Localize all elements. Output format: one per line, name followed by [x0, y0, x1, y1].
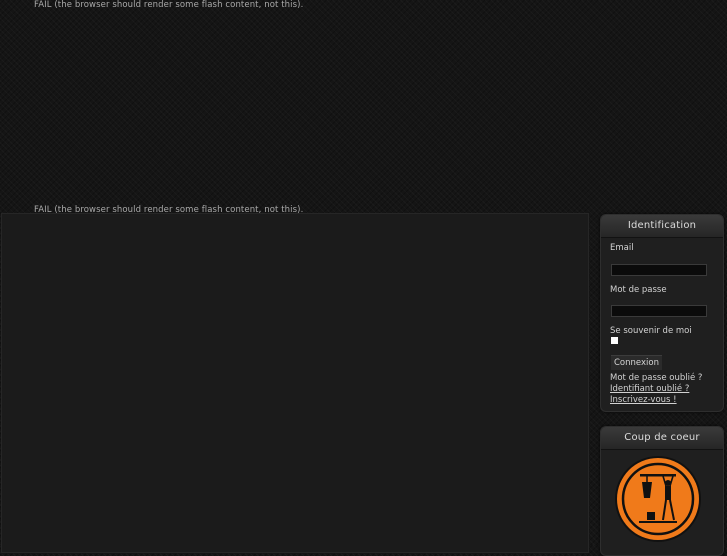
login-button[interactable]: Connexion: [611, 355, 662, 370]
login-panel: Identification Email Mot de passe Se sou…: [600, 214, 724, 412]
password-label: Mot de passe: [610, 285, 667, 295]
email-field[interactable]: [611, 264, 707, 276]
password-field[interactable]: [611, 305, 707, 317]
forgot-password-link[interactable]: Mot de passe oublié ?: [610, 373, 702, 383]
featured-panel-title: Coup de coeur: [601, 427, 723, 450]
featured-panel: Coup de coeur: [600, 426, 724, 556]
login-panel-title: Identification: [601, 215, 723, 238]
flash-fallback-text-top: FAIL (the browser should render some fla…: [34, 0, 304, 10]
email-label: Email: [610, 243, 634, 253]
remember-me-checkbox[interactable]: [611, 337, 618, 344]
register-link[interactable]: Inscrivez-vous !: [610, 395, 677, 405]
forgot-username-link[interactable]: Identifiant oublié ?: [610, 384, 689, 394]
featured-logo-icon[interactable]: [613, 454, 703, 544]
remember-me-label: Se souvenir de moi: [610, 326, 692, 336]
main-content-area: [1, 213, 589, 553]
